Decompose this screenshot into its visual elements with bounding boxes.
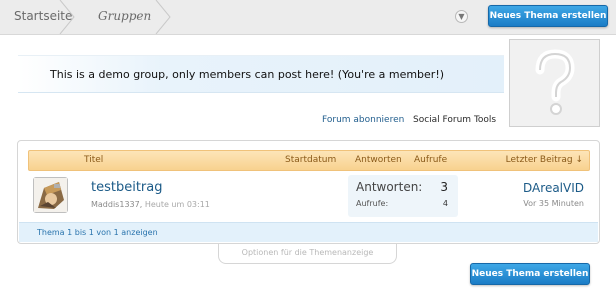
subscribe-forum-link[interactable]: Forum abonnieren — [322, 115, 404, 125]
views-label: Aufrufe: — [356, 199, 389, 208]
social-forum-tools-link[interactable]: Social Forum Tools — [413, 115, 496, 125]
new-thread-button-bottom[interactable]: Neues Thema erstellen — [470, 263, 590, 285]
thread-author-link[interactable]: Maddis1337 — [91, 200, 140, 209]
table-row: testbeitrag Maddis1337, Heute um 03:11 A… — [28, 173, 590, 219]
last-post-user-link[interactable]: DArealVID — [523, 181, 584, 195]
meta-separator: , — [139, 200, 143, 209]
views-count: 4 — [442, 199, 448, 208]
header-replies[interactable]: Antworten — [355, 155, 402, 165]
group-panel: This is a demo group, only members can p… — [0, 34, 616, 300]
breadcrumb-current-label[interactable]: Gruppen — [98, 9, 151, 23]
breadcrumb-current[interactable]: Gruppen — [68, 0, 171, 34]
new-thread-button-top[interactable]: Neues Thema erstellen — [488, 5, 608, 27]
replies-count: 3 — [440, 180, 448, 194]
thread-meta: Maddis1337, Heute um 03:11 — [91, 200, 210, 209]
breadcrumb-home[interactable]: Startseite — [0, 0, 75, 34]
thread-title-link[interactable]: testbeitrag — [91, 180, 163, 195]
top-bar: Startseite Gruppen ▼ Neues Thema erstell… — [0, 0, 616, 34]
thread-count-text: Thema 1 bis 1 von 1 anzeigen — [37, 228, 158, 237]
breadcrumb-separator-icon — [58, 0, 78, 34]
thread-list-footer: Thema 1 bis 1 von 1 anzeigen — [19, 222, 598, 242]
header-title[interactable]: Titel — [84, 155, 103, 165]
thread-stats: Antworten: 3 Aufrufe: 4 — [348, 175, 458, 217]
last-post-time-link[interactable]: Vor 35 Minuten — [523, 199, 584, 208]
header-views[interactable]: Aufrufe — [414, 155, 447, 165]
thread-start-time: Heute um 03:11 — [144, 200, 210, 209]
chevron-down-icon[interactable]: ▼ — [455, 10, 468, 23]
header-start-date[interactable]: Startdatum — [285, 155, 336, 165]
breadcrumb-separator-icon — [154, 0, 174, 34]
replies-label: Antworten: — [356, 180, 423, 194]
thread-display-options-tab[interactable]: Optionen für die Themenanzeige — [218, 244, 397, 264]
group-notice: This is a demo group, only members can p… — [18, 55, 504, 93]
breadcrumb: Startseite Gruppen — [0, 0, 171, 34]
thread-list-header: Titel Startdatum Antworten Aufrufe Letzt… — [28, 150, 590, 171]
header-last-post[interactable]: Letzter Beitrag ↓ — [506, 155, 583, 165]
question-mark-placeholder-icon — [509, 39, 600, 127]
notice-text: This is a demo group, only members can p… — [50, 68, 445, 81]
thread-list: Titel Startdatum Antworten Aufrufe Letzt… — [17, 140, 600, 244]
user-avatar-icon[interactable] — [33, 177, 68, 213]
